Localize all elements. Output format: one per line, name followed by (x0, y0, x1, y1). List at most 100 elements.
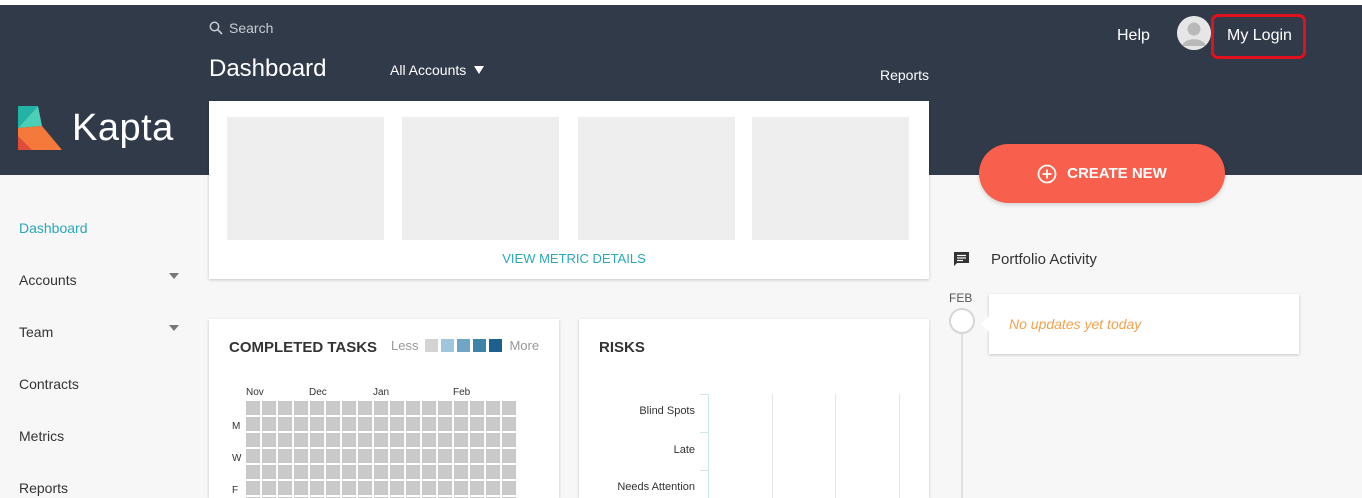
heatmap-cell[interactable] (406, 417, 420, 431)
heatmap-cell[interactable] (246, 401, 260, 415)
heatmap-cell[interactable] (454, 449, 468, 463)
heatmap-cell[interactable] (278, 417, 292, 431)
heatmap-cell[interactable] (374, 401, 388, 415)
heatmap-cell[interactable] (470, 449, 484, 463)
heatmap-cell[interactable] (422, 481, 436, 495)
chevron-down-icon[interactable] (169, 273, 179, 279)
heatmap-cell[interactable] (278, 465, 292, 479)
heatmap-cell[interactable] (486, 481, 500, 495)
heatmap-cell[interactable] (406, 401, 420, 415)
heatmap-cell[interactable] (422, 417, 436, 431)
heatmap-cell[interactable] (502, 465, 516, 479)
heatmap-cell[interactable] (262, 417, 276, 431)
heatmap-cell[interactable] (454, 465, 468, 479)
heatmap-cell[interactable] (310, 481, 324, 495)
heatmap-cell[interactable] (326, 433, 340, 447)
heatmap-cell[interactable] (342, 481, 356, 495)
heatmap-cell[interactable] (406, 449, 420, 463)
sidebar-item-contracts[interactable]: Contracts (19, 376, 79, 392)
heatmap-cell[interactable] (358, 449, 372, 463)
heatmap-cell[interactable] (422, 449, 436, 463)
heatmap-cell[interactable] (342, 465, 356, 479)
heatmap-cell[interactable] (294, 433, 308, 447)
heatmap-cell[interactable] (390, 417, 404, 431)
heatmap-cell[interactable] (294, 401, 308, 415)
heatmap-cell[interactable] (502, 417, 516, 431)
heatmap-cell[interactable] (470, 465, 484, 479)
heatmap-cell[interactable] (278, 481, 292, 495)
sidebar-item-dashboard[interactable]: Dashboard (19, 220, 88, 236)
heatmap-cell[interactable] (358, 465, 372, 479)
heatmap-cell[interactable] (502, 433, 516, 447)
heatmap-cell[interactable] (502, 481, 516, 495)
heatmap-cell[interactable] (502, 449, 516, 463)
heatmap-cell[interactable] (470, 417, 484, 431)
heatmap-cell[interactable] (374, 417, 388, 431)
heatmap-cell[interactable] (486, 401, 500, 415)
heatmap-cell[interactable] (358, 433, 372, 447)
heatmap-cell[interactable] (470, 481, 484, 495)
heatmap-cell[interactable] (262, 401, 276, 415)
heatmap-cell[interactable] (342, 417, 356, 431)
heatmap-cell[interactable] (326, 449, 340, 463)
brand-logo[interactable]: Kapta (18, 106, 174, 150)
heatmap-cell[interactable] (390, 433, 404, 447)
view-metric-details-link[interactable]: VIEW METRIC DETAILS (209, 251, 939, 266)
heatmap-cell[interactable] (438, 465, 452, 479)
heatmap-cell[interactable] (294, 481, 308, 495)
heatmap-cell[interactable] (438, 433, 452, 447)
heatmap-cell[interactable] (326, 465, 340, 479)
heatmap-cell[interactable] (438, 449, 452, 463)
heatmap-cell[interactable] (246, 433, 260, 447)
heatmap-cell[interactable] (278, 401, 292, 415)
heatmap-cell[interactable] (246, 481, 260, 495)
heatmap-cell[interactable] (422, 465, 436, 479)
heatmap-cell[interactable] (358, 401, 372, 415)
search-box[interactable]: Search (209, 20, 273, 36)
heatmap-cell[interactable] (342, 433, 356, 447)
heatmap-cell[interactable] (246, 417, 260, 431)
heatmap-cell[interactable] (310, 401, 324, 415)
heatmap-cell[interactable] (326, 417, 340, 431)
heatmap-cell[interactable] (390, 481, 404, 495)
heatmap-cell[interactable] (390, 401, 404, 415)
heatmap-cell[interactable] (278, 449, 292, 463)
heatmap-cell[interactable] (486, 417, 500, 431)
sidebar-item-metrics[interactable]: Metrics (19, 428, 64, 444)
heatmap-cell[interactable] (438, 481, 452, 495)
heatmap-cell[interactable] (454, 481, 468, 495)
chevron-down-icon[interactable] (169, 325, 179, 331)
heatmap-cell[interactable] (342, 449, 356, 463)
heatmap-cell[interactable] (422, 433, 436, 447)
heatmap-cell[interactable] (470, 401, 484, 415)
heatmap-cell[interactable] (246, 465, 260, 479)
heatmap-cell[interactable] (358, 417, 372, 431)
heatmap-cell[interactable] (486, 465, 500, 479)
heatmap-cell[interactable] (310, 465, 324, 479)
heatmap-cell[interactable] (246, 449, 260, 463)
heatmap-cell[interactable] (262, 449, 276, 463)
heatmap-cell[interactable] (486, 433, 500, 447)
heatmap-cell[interactable] (390, 465, 404, 479)
heatmap-cell[interactable] (262, 481, 276, 495)
heatmap-cell[interactable] (358, 481, 372, 495)
heatmap-cell[interactable] (326, 481, 340, 495)
reports-link[interactable]: Reports (880, 67, 929, 83)
heatmap-cell[interactable] (294, 417, 308, 431)
heatmap-cell[interactable] (374, 433, 388, 447)
sidebar-item-accounts[interactable]: Accounts (19, 272, 77, 288)
sidebar-item-team[interactable]: Team (19, 324, 53, 340)
heatmap-cell[interactable] (310, 449, 324, 463)
heatmap-cell[interactable] (262, 433, 276, 447)
heatmap-cell[interactable] (438, 417, 452, 431)
heatmap-cell[interactable] (406, 481, 420, 495)
heatmap-cell[interactable] (326, 401, 340, 415)
heatmap-cell[interactable] (422, 401, 436, 415)
heatmap-cell[interactable] (294, 449, 308, 463)
heatmap-cell[interactable] (342, 401, 356, 415)
heatmap-cell[interactable] (294, 465, 308, 479)
avatar[interactable] (1177, 16, 1211, 50)
heatmap-cell[interactable] (374, 465, 388, 479)
heatmap-cell[interactable] (406, 433, 420, 447)
create-new-button[interactable]: CREATE NEW (979, 144, 1225, 203)
